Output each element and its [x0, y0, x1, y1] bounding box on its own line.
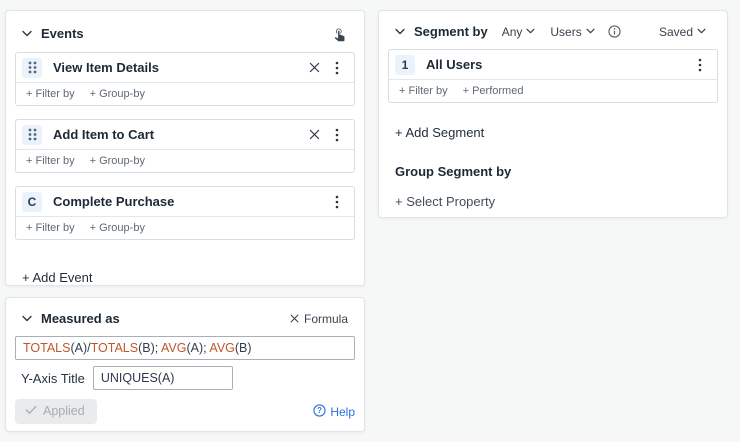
- select-events-tap-icon[interactable]: [330, 24, 348, 42]
- kebab-menu-icon[interactable]: [328, 193, 346, 211]
- chevron-down-icon[interactable]: [395, 28, 405, 35]
- measured-as-panel: Measured as Formula TOTALS(A)/TOTALS(B);…: [5, 297, 365, 432]
- chevron-down-icon: [697, 28, 707, 35]
- check-icon: [25, 404, 37, 418]
- measured-panel-title: Measured as: [41, 311, 120, 326]
- close-icon: [290, 312, 299, 326]
- formula-token: AVG: [161, 341, 186, 355]
- saved-dropdown[interactable]: Saved: [659, 25, 707, 39]
- help-link-label: Help: [330, 405, 355, 419]
- any-dropdown[interactable]: Any: [502, 25, 537, 39]
- event-card-row[interactable]: View Item Details: [16, 53, 354, 82]
- performed-link[interactable]: + Performed: [463, 85, 524, 97]
- formula-token: AVG: [209, 341, 234, 355]
- measured-bottom-row: Applied ? Help: [15, 399, 355, 424]
- drag-handle-icon[interactable]: [22, 125, 42, 145]
- event-card-list: View Item Details + Filter by + Group-by: [6, 52, 364, 240]
- y-axis-title-label: Y-Axis Title: [21, 371, 85, 386]
- kebab-menu-icon[interactable]: [328, 59, 346, 77]
- any-dropdown-label: Any: [502, 25, 523, 39]
- events-panel: Events View Item Details: [5, 10, 365, 286]
- users-dropdown-label: Users: [550, 25, 581, 39]
- close-icon[interactable]: [305, 126, 323, 144]
- help-link[interactable]: ? Help: [313, 404, 355, 420]
- group-by-link[interactable]: + Group-by: [90, 88, 145, 100]
- segment-card-row[interactable]: 1 All Users: [389, 50, 717, 79]
- event-title[interactable]: View Item Details: [53, 60, 305, 75]
- formula-toggle-label: Formula: [304, 312, 348, 326]
- segment-card-list: 1 All Users + Filter by + Performed: [379, 49, 727, 103]
- event-letter: C: [28, 195, 37, 209]
- measured-panel-header: Measured as Formula: [6, 298, 364, 326]
- applied-button-label: Applied: [43, 404, 85, 418]
- kebab-menu-icon[interactable]: [691, 56, 709, 74]
- formula-token: (B): [235, 341, 252, 355]
- segment-number: 1: [402, 58, 409, 72]
- y-axis-row: Y-Axis Title: [21, 366, 364, 390]
- segment-card: 1 All Users + Filter by + Performed: [388, 49, 718, 103]
- event-card-links: + Filter by + Group-by: [16, 82, 354, 105]
- chevron-down-icon[interactable]: [22, 315, 32, 322]
- event-card: Add Item to Cart + Filter by + Group-by: [15, 119, 355, 173]
- drag-handle-icon[interactable]: [22, 58, 42, 78]
- group-by-link[interactable]: + Group-by: [90, 155, 145, 167]
- event-card-links: + Filter by + Group-by: [16, 216, 354, 239]
- event-card: View Item Details + Filter by + Group-by: [15, 52, 355, 106]
- formula-token: (A)/: [70, 341, 90, 355]
- event-letter-badge: C: [22, 192, 42, 212]
- segment-card-links: + Filter by + Performed: [389, 79, 717, 102]
- filter-by-link[interactable]: + Filter by: [26, 155, 75, 167]
- info-icon[interactable]: [608, 25, 621, 38]
- formula-token: TOTALS: [91, 341, 138, 355]
- chevron-down-icon: [526, 28, 536, 35]
- chevron-down-icon[interactable]: [22, 30, 32, 37]
- segment-number-badge: 1: [395, 55, 415, 75]
- y-axis-title-input[interactable]: [93, 366, 233, 390]
- event-card: C Complete Purchase + Filter by + Group-…: [15, 186, 355, 240]
- add-segment-button[interactable]: + Add Segment: [395, 125, 484, 140]
- group-segment-by-title: Group Segment by: [395, 164, 727, 179]
- event-card-links: + Filter by + Group-by: [16, 149, 354, 172]
- event-title[interactable]: Complete Purchase: [53, 194, 328, 209]
- svg-text:?: ?: [317, 406, 322, 415]
- chevron-down-icon: [586, 28, 596, 35]
- formula-token: TOTALS: [23, 341, 70, 355]
- event-card-row[interactable]: Add Item to Cart: [16, 120, 354, 149]
- formula-toggle[interactable]: Formula: [290, 312, 348, 326]
- applied-button[interactable]: Applied: [15, 399, 97, 424]
- filter-by-link[interactable]: + Filter by: [399, 85, 448, 97]
- close-icon[interactable]: [305, 59, 323, 77]
- events-panel-header: Events: [6, 11, 364, 42]
- segment-panel-title: Segment by: [414, 24, 488, 39]
- group-by-link[interactable]: + Group-by: [90, 222, 145, 234]
- event-card-row[interactable]: C Complete Purchase: [16, 187, 354, 216]
- help-icon: ?: [313, 404, 326, 420]
- saved-dropdown-label: Saved: [659, 25, 693, 39]
- add-event-button[interactable]: + Add Event: [22, 270, 92, 285]
- event-title[interactable]: Add Item to Cart: [53, 127, 305, 142]
- kebab-menu-icon[interactable]: [328, 126, 346, 144]
- formula-token: (A);: [186, 341, 209, 355]
- formula-token: (B);: [138, 341, 161, 355]
- users-dropdown[interactable]: Users: [550, 25, 595, 39]
- formula-input[interactable]: TOTALS(A)/TOTALS(B); AVG(A); AVG(B): [15, 336, 355, 360]
- segment-by-panel: Segment by Any Users Saved: [378, 10, 728, 218]
- events-panel-title: Events: [41, 26, 84, 41]
- segment-title[interactable]: All Users: [426, 57, 691, 72]
- filter-by-link[interactable]: + Filter by: [26, 88, 75, 100]
- select-property-button[interactable]: + Select Property: [395, 194, 495, 209]
- segment-panel-header: Segment by Any Users Saved: [379, 11, 727, 39]
- filter-by-link[interactable]: + Filter by: [26, 222, 75, 234]
